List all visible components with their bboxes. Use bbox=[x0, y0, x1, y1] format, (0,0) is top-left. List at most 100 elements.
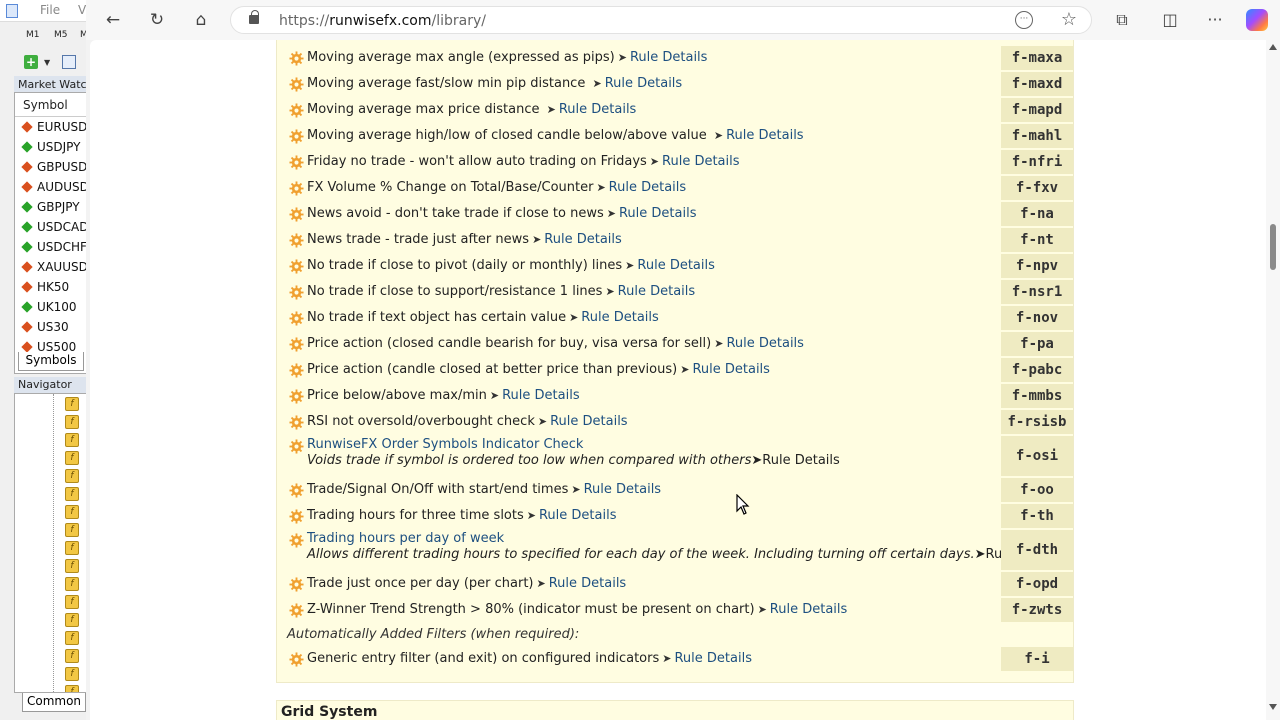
filter-row: No trade if text object has certain valu… bbox=[277, 306, 1075, 332]
mt4-menu-file[interactable]: File bbox=[40, 3, 60, 17]
new-chart-icon[interactable]: + bbox=[24, 55, 38, 69]
rule-details-link[interactable]: Rule Details bbox=[770, 602, 848, 617]
symbol-row[interactable]: UK100 bbox=[15, 297, 89, 317]
rule-details-link[interactable]: Rule Details bbox=[609, 180, 687, 195]
market-watch-title: Market Watch bbox=[14, 76, 90, 92]
symbol-row[interactable]: EURUSD bbox=[15, 117, 89, 137]
filter-description: FX Volume % Change on Total/Base/Counter… bbox=[307, 180, 686, 195]
rule-details-link[interactable]: Rule Details bbox=[581, 310, 659, 325]
rule-details-link[interactable]: Rule Details bbox=[618, 284, 696, 299]
chevron-right-icon: ➤ bbox=[489, 389, 500, 402]
expert-advisor-icon[interactable]: f bbox=[65, 505, 79, 519]
rule-details-link[interactable]: Rule Details bbox=[605, 76, 683, 91]
gear-icon bbox=[289, 603, 304, 618]
filter-description: Price action (closed candle bearish for … bbox=[307, 336, 804, 351]
symbol-row[interactable]: US30 bbox=[15, 317, 89, 337]
gear-icon bbox=[289, 103, 304, 118]
rule-details-link[interactable]: Rule Details bbox=[726, 336, 804, 351]
rule-details-link[interactable]: Rule Details bbox=[584, 482, 662, 497]
timeframe-m1-button[interactable]: M1 bbox=[26, 30, 40, 40]
expert-advisor-icon[interactable]: f bbox=[65, 433, 79, 447]
filter-subtext-label: Voids trade if symbol is ordered too low… bbox=[307, 453, 752, 468]
expert-advisor-icon[interactable]: f bbox=[65, 667, 79, 681]
symbol-column-header[interactable]: Symbol bbox=[15, 93, 89, 117]
gear-icon bbox=[289, 311, 304, 326]
rule-details-link[interactable]: Rule Details bbox=[502, 388, 580, 403]
favorite-star-icon[interactable]: ☆ bbox=[1061, 9, 1077, 30]
page-info-icon[interactable]: ··· bbox=[1015, 11, 1033, 29]
symbol-row[interactable]: USDJPY bbox=[15, 137, 89, 157]
extensions-icon[interactable]: ⧉ bbox=[1109, 8, 1135, 32]
rule-details-link[interactable]: Rule Details bbox=[762, 453, 840, 468]
rule-details-link[interactable]: Rule Details bbox=[550, 414, 628, 429]
chevron-right-icon: ➤ bbox=[546, 103, 556, 116]
back-arrow-icon[interactable]: ← bbox=[99, 8, 127, 32]
filter-description: No trade if close to pivot (daily or mon… bbox=[307, 258, 715, 273]
window-icon[interactable] bbox=[62, 55, 76, 69]
rule-details-link[interactable]: Rule Details bbox=[726, 128, 804, 143]
expert-advisor-icon[interactable]: f bbox=[65, 649, 79, 663]
rule-details-link[interactable]: Rule Details bbox=[539, 508, 617, 523]
expert-advisor-icon[interactable]: f bbox=[65, 577, 79, 591]
expert-advisor-icon[interactable]: f bbox=[65, 487, 79, 501]
more-menu-icon[interactable]: ··· bbox=[1202, 8, 1228, 32]
url-text[interactable]: https://runwisefx.com/library/ bbox=[279, 13, 486, 29]
scrollbar-thumb[interactable] bbox=[1270, 224, 1276, 270]
rule-details-link[interactable]: Rule Details bbox=[662, 154, 740, 169]
rule-details-link[interactable]: Rule Details bbox=[559, 102, 637, 117]
common-tab[interactable]: Common bbox=[22, 693, 86, 712]
home-icon[interactable]: ⌂ bbox=[187, 8, 215, 32]
expert-advisor-icon[interactable]: f bbox=[65, 415, 79, 429]
expert-advisor-icon[interactable]: f bbox=[65, 613, 79, 627]
scroll-down-arrow-icon[interactable] bbox=[1269, 704, 1277, 710]
scroll-up-arrow-icon[interactable] bbox=[1269, 44, 1277, 50]
symbol-row[interactable]: GBPJPY bbox=[15, 197, 89, 217]
split-screen-icon[interactable]: ◫ bbox=[1157, 8, 1183, 32]
symbol-row[interactable]: GBPUSD bbox=[15, 157, 89, 177]
filter-code: f-i bbox=[1001, 647, 1073, 671]
expert-advisor-icon[interactable]: f bbox=[65, 685, 79, 692]
filter-subtext: Allows different trading hours to specif… bbox=[307, 547, 1063, 562]
rule-details-link[interactable]: Rule Details bbox=[549, 576, 627, 591]
mt4-menu-view[interactable]: V bbox=[78, 3, 86, 17]
expert-advisor-icon[interactable]: f bbox=[65, 451, 79, 465]
filter-description: No trade if close to support/resistance … bbox=[307, 284, 695, 299]
refresh-icon[interactable]: ↻ bbox=[143, 8, 171, 32]
symbol-name: EURUSD bbox=[37, 120, 88, 134]
filter-row: Trading hours for three time slots ➤ Rule … bbox=[277, 504, 1075, 530]
expert-advisor-icon[interactable]: f bbox=[65, 469, 79, 483]
symbols-tab[interactable]: Symbols bbox=[18, 352, 84, 371]
expert-advisor-icon[interactable]: f bbox=[65, 559, 79, 573]
rule-details-link[interactable]: Rule Details bbox=[619, 206, 697, 221]
copilot-icon[interactable] bbox=[1246, 9, 1268, 31]
expert-advisor-icon[interactable]: f bbox=[65, 541, 79, 555]
rule-details-link[interactable]: Rule Details bbox=[692, 362, 770, 377]
symbol-row[interactable]: HK50 bbox=[15, 277, 89, 297]
timeframe-m5-button[interactable]: M5 bbox=[54, 30, 68, 40]
expert-advisor-icon[interactable]: f bbox=[65, 631, 79, 645]
symbol-row[interactable]: USDCAD bbox=[15, 217, 89, 237]
address-bar[interactable]: https://runwisefx.com/library/ ··· ☆ bbox=[230, 6, 1092, 34]
rule-details-link[interactable]: Rule Details bbox=[544, 232, 622, 247]
symbol-row[interactable]: USDCHF bbox=[15, 237, 89, 257]
filter-name: Price below/above max/min bbox=[307, 388, 487, 403]
chevron-right-icon: ➤ bbox=[571, 483, 581, 496]
chevron-right-icon: ➤ bbox=[526, 509, 536, 522]
filter-row: Generic entry filter (and exit) on confi… bbox=[277, 647, 1075, 673]
symbol-row[interactable]: AUDUSD bbox=[15, 177, 89, 197]
filter-row: Z-Winner Trend Strength > 80% (indicator… bbox=[277, 598, 1075, 624]
gear-icon bbox=[289, 415, 304, 430]
chevron-right-icon: ➤ bbox=[649, 155, 660, 168]
scrollbar[interactable] bbox=[1266, 40, 1280, 720]
expert-advisor-icon[interactable]: f bbox=[65, 397, 79, 411]
rule-details-link[interactable]: Rule Details bbox=[674, 651, 752, 666]
expert-advisor-icon[interactable]: f bbox=[65, 523, 79, 537]
expert-advisor-icon[interactable]: f bbox=[65, 595, 79, 609]
section-title: Grid System bbox=[281, 704, 378, 720]
lock-icon[interactable] bbox=[249, 10, 259, 24]
rule-details-link[interactable]: Rule Details bbox=[637, 258, 715, 273]
chevron-down-icon[interactable]: ▼ bbox=[44, 58, 50, 67]
rule-details-link[interactable]: Rule Details bbox=[630, 50, 708, 65]
symbol-row[interactable]: XAUUSD bbox=[15, 257, 89, 277]
filter-description: RunwiseFX Order Symbols Indicator Check bbox=[307, 437, 583, 452]
